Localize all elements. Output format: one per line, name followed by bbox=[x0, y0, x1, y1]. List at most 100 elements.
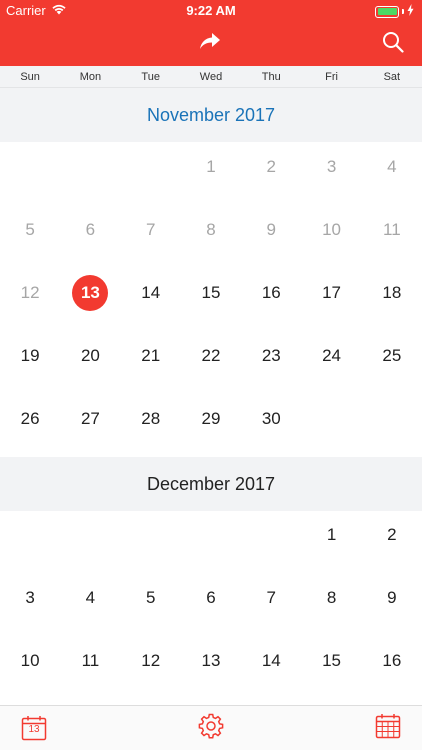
day-number: 14 bbox=[261, 650, 281, 670]
day-cell[interactable]: 6 bbox=[60, 198, 120, 261]
day-cell[interactable]: 27 bbox=[60, 387, 120, 450]
day-cell[interactable]: 25 bbox=[362, 324, 422, 387]
day-cell[interactable]: 13 bbox=[181, 629, 241, 692]
day-cell[interactable]: 14 bbox=[121, 261, 181, 324]
day-cell[interactable]: 4 bbox=[60, 566, 120, 629]
day-cell[interactable]: 7 bbox=[121, 198, 181, 261]
day-cell[interactable]: 8 bbox=[181, 198, 241, 261]
day-number: 9 bbox=[266, 219, 276, 239]
day-cell[interactable]: 26 bbox=[0, 387, 60, 450]
battery-icon bbox=[375, 5, 399, 18]
status-time: 9:22 AM bbox=[186, 3, 236, 18]
day-number: 7 bbox=[145, 219, 156, 239]
settings-tab-button[interactable] bbox=[197, 713, 225, 742]
day-number: 6 bbox=[85, 219, 96, 239]
day-cell[interactable]: 9 bbox=[241, 198, 301, 261]
day-cell[interactable]: 11 bbox=[362, 198, 422, 261]
day-cell[interactable]: 11 bbox=[60, 629, 120, 692]
day-number: 25 bbox=[382, 345, 402, 365]
day-cell[interactable]: 3 bbox=[0, 566, 60, 629]
day-cell[interactable]: 9 bbox=[362, 566, 422, 629]
day-cell[interactable]: 20 bbox=[60, 324, 120, 387]
day-cell[interactable]: 12 bbox=[0, 261, 60, 324]
day-cell[interactable]: 8 bbox=[301, 566, 361, 629]
weekday-label: Thu bbox=[261, 71, 281, 83]
today-tab-button[interactable]: 13 bbox=[20, 714, 48, 742]
day-number: 2 bbox=[266, 156, 276, 176]
day-number: 12 bbox=[20, 282, 40, 302]
day-cell[interactable]: 3 bbox=[301, 135, 361, 198]
day-cell[interactable]: 18 bbox=[362, 261, 422, 324]
day-number: 4 bbox=[85, 587, 96, 607]
day-cell[interactable]: 15 bbox=[301, 629, 361, 692]
day-number: 17 bbox=[322, 282, 342, 302]
day-number: 22 bbox=[201, 345, 221, 365]
weekday-label: Fri bbox=[325, 71, 338, 83]
day-cell[interactable]: 5 bbox=[121, 566, 181, 629]
day-number: 10 bbox=[322, 219, 342, 239]
day-number: 10 bbox=[20, 650, 40, 670]
day-number: 1 bbox=[206, 156, 216, 176]
search-button[interactable] bbox=[380, 31, 406, 57]
day-number: 11 bbox=[81, 650, 100, 670]
day-number: 24 bbox=[322, 345, 342, 365]
day-cell[interactable]: 1 bbox=[301, 503, 361, 566]
day-cell[interactable]: 12 bbox=[121, 629, 181, 692]
day-number: 23 bbox=[261, 345, 281, 365]
day-cell[interactable]: 22 bbox=[181, 324, 241, 387]
day-cell[interactable]: 29 bbox=[181, 387, 241, 450]
battery-indicator bbox=[375, 4, 414, 19]
day-number: 19 bbox=[20, 345, 40, 365]
day-number: 28 bbox=[141, 408, 161, 428]
day-cell[interactable]: 10 bbox=[0, 629, 60, 692]
today-day-cell[interactable]: 13 bbox=[60, 261, 120, 324]
day-cell[interactable]: 14 bbox=[241, 629, 301, 692]
day-number: 21 bbox=[141, 345, 161, 365]
day-number: 5 bbox=[25, 219, 35, 239]
day-cell[interactable]: 2 bbox=[362, 503, 422, 566]
day-cell[interactable]: 24 bbox=[301, 324, 361, 387]
weekday-label: Sun bbox=[20, 71, 40, 83]
month-view-tab-button[interactable] bbox=[374, 713, 402, 744]
day-number: 15 bbox=[322, 650, 342, 670]
share-button[interactable] bbox=[198, 32, 222, 54]
day-number: 13 bbox=[72, 274, 109, 311]
weekday-label: Sat bbox=[383, 71, 401, 83]
day-cell[interactable]: 15 bbox=[181, 261, 241, 324]
day-cell[interactable]: 16 bbox=[241, 261, 301, 324]
day-number: 5 bbox=[145, 587, 156, 607]
day-cell[interactable]: 17 bbox=[301, 261, 361, 324]
calendar-today-icon: 13 bbox=[21, 715, 47, 741]
day-cell[interactable]: 30 bbox=[241, 387, 301, 450]
day-number: 27 bbox=[80, 408, 100, 428]
day-cell[interactable]: 23 bbox=[241, 324, 301, 387]
day-number: 15 bbox=[201, 282, 221, 302]
day-number: 18 bbox=[382, 282, 402, 302]
day-number: 14 bbox=[141, 282, 161, 302]
app-header: Carrier 9:22 AM bbox=[0, 0, 422, 66]
day-cell[interactable]: 10 bbox=[301, 198, 361, 261]
day-cell[interactable]: 7 bbox=[241, 566, 301, 629]
day-cell[interactable]: 4 bbox=[362, 135, 422, 198]
weekday-label: Tue bbox=[141, 71, 160, 83]
month-title-november: November 2017 bbox=[0, 88, 422, 142]
day-number: 6 bbox=[206, 587, 216, 607]
day-cell[interactable]: 1 bbox=[181, 135, 241, 198]
calendar-grid-icon bbox=[375, 713, 401, 744]
day-number: 8 bbox=[206, 219, 216, 239]
day-number: 9 bbox=[387, 587, 397, 607]
day-cell[interactable]: 28 bbox=[121, 387, 181, 450]
day-cell[interactable]: 21 bbox=[121, 324, 181, 387]
day-cell[interactable]: 5 bbox=[0, 198, 60, 261]
day-number: 11 bbox=[383, 219, 401, 239]
day-cell[interactable]: 19 bbox=[0, 324, 60, 387]
day-number: 3 bbox=[326, 156, 337, 176]
day-number: 7 bbox=[266, 587, 276, 607]
day-cell[interactable]: 2 bbox=[241, 135, 301, 198]
day-cell[interactable]: 16 bbox=[362, 629, 422, 692]
day-number: 4 bbox=[387, 156, 397, 176]
day-number: 30 bbox=[261, 408, 281, 428]
day-number: 26 bbox=[20, 408, 40, 428]
day-cell[interactable]: 6 bbox=[181, 566, 241, 629]
today-badge: 13 bbox=[28, 724, 40, 735]
